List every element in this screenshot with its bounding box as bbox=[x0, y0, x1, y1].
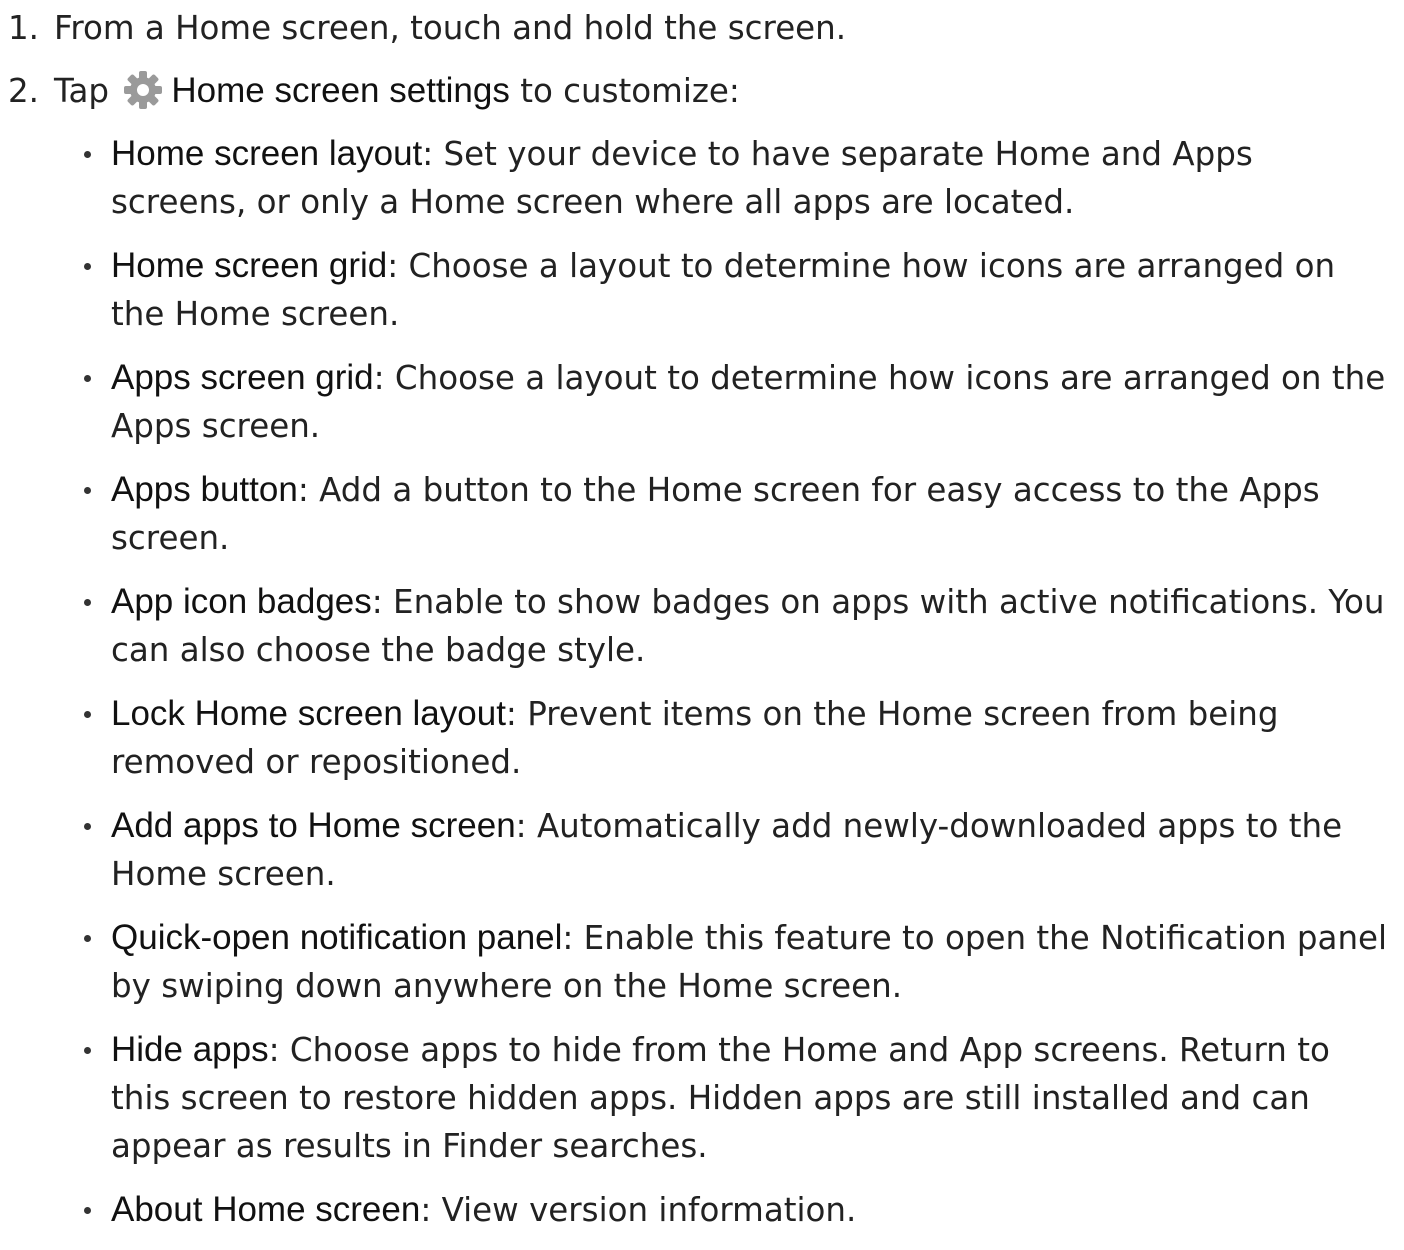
bullet bbox=[84, 1047, 91, 1054]
bullet bbox=[84, 935, 91, 942]
option-term: About Home screen bbox=[111, 1190, 421, 1229]
option-term: Add apps to Home screen bbox=[111, 806, 516, 845]
list-item: About Home screen: View version informat… bbox=[0, 1186, 1404, 1234]
bullet bbox=[84, 599, 91, 606]
option-term: Home screen grid bbox=[111, 246, 388, 285]
list-item: App icon badges: Enable to show badges o… bbox=[0, 578, 1404, 674]
option-description: : View version information. bbox=[420, 1191, 857, 1229]
list-item: Apps screen grid: Choose a layout to det… bbox=[0, 354, 1404, 450]
step-number: 1. bbox=[8, 9, 40, 47]
settings-option-list: Home screen layout: Set your device to h… bbox=[0, 130, 1404, 1250]
bullet bbox=[84, 375, 91, 382]
settings-term: Home screen settings bbox=[171, 71, 510, 110]
step-prefix: Tap bbox=[54, 72, 110, 110]
bullet bbox=[84, 151, 91, 158]
option-description: : Choose apps to hide from the Home and … bbox=[111, 1031, 1330, 1165]
list-item: Quick-open notification panel: Enable th… bbox=[0, 914, 1404, 1010]
bullet bbox=[84, 711, 91, 718]
list-item: Add apps to Home screen: Automatically a… bbox=[0, 802, 1404, 898]
list-item: Lock Home screen layout: Prevent items o… bbox=[0, 690, 1404, 786]
step-number: 2. bbox=[8, 72, 40, 110]
bullet bbox=[84, 1207, 91, 1214]
bullet bbox=[84, 487, 91, 494]
option-term: Apps screen grid bbox=[111, 358, 374, 397]
step-1: 1. From a Home screen, touch and hold the… bbox=[8, 6, 846, 50]
option-term: App icon badges bbox=[111, 582, 372, 621]
option-term: Lock Home screen layout bbox=[111, 694, 506, 733]
list-item: Hide apps: Choose apps to hide from the … bbox=[0, 1026, 1404, 1170]
list-item: Apps button: Add a button to the Home sc… bbox=[0, 466, 1404, 562]
option-term: Quick-open notification panel bbox=[111, 918, 563, 957]
step-text: From a Home screen, touch and hold the s… bbox=[54, 9, 847, 47]
bullet bbox=[84, 823, 91, 830]
gear-icon bbox=[121, 68, 165, 112]
list-item: Home screen grid: Choose a layout to det… bbox=[0, 242, 1404, 338]
option-term: Hide apps bbox=[111, 1030, 269, 1069]
option-term: Apps button bbox=[111, 470, 298, 509]
step-2: 2. Tap Home screen settings to customize: bbox=[8, 68, 740, 113]
option-term: Home screen layout bbox=[111, 134, 423, 173]
bullet bbox=[84, 263, 91, 270]
list-item: Home screen layout: Set your device to h… bbox=[0, 130, 1404, 226]
step-suffix: to customize: bbox=[520, 72, 740, 110]
